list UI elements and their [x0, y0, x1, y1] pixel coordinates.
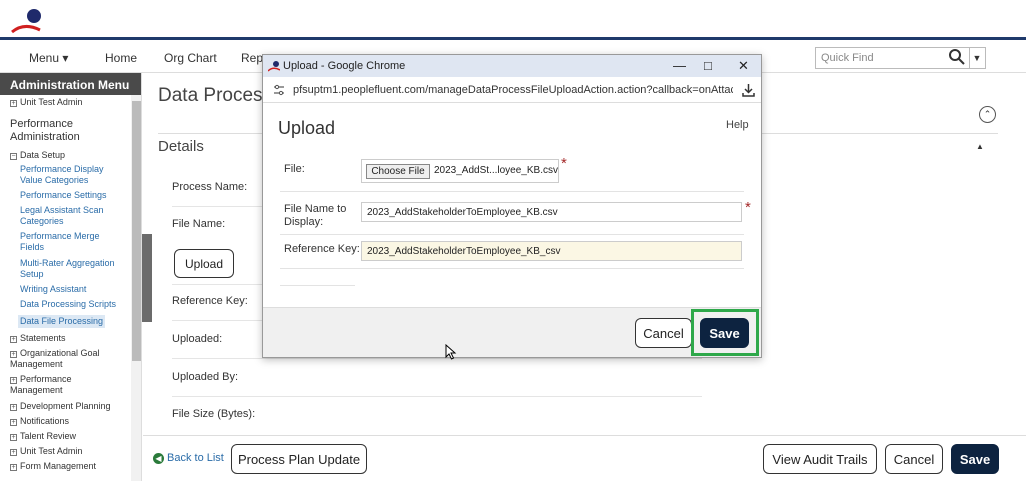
sidebar-section-title: Performance Administration — [10, 118, 80, 143]
search-icon[interactable] — [948, 48, 966, 66]
company-logo-icon — [11, 9, 41, 34]
mouse-cursor-icon — [445, 344, 457, 360]
reference-key-input[interactable]: 2023_AddStakeholderToEmployee_KB_csv — [361, 241, 742, 261]
expand-icon: + — [10, 404, 17, 411]
scrollbar-thumb[interactable] — [132, 101, 141, 361]
sidebar-group[interactable]: + Unit Test Admin — [10, 446, 82, 456]
help-link[interactable]: Help — [726, 119, 749, 131]
popup-url[interactable]: pfsuptm1.peoplefluent.com/manageDataProc… — [293, 84, 733, 96]
page-title: Data Process — [158, 85, 273, 106]
sidebar-group[interactable]: + Statements — [10, 333, 66, 343]
file-name-label: File Name: — [172, 218, 226, 230]
required-marker: * — [561, 155, 567, 172]
sidebar-group[interactable]: + Development Planning — [10, 401, 111, 411]
expand-icon: + — [10, 419, 17, 426]
quick-find-dropdown[interactable]: ▼ — [969, 47, 986, 69]
sidebar-subitem-active[interactable]: Data File Processing — [18, 315, 106, 328]
popup-window-title: Upload - Google Chrome — [283, 60, 406, 72]
site-settings-icon[interactable] — [273, 84, 285, 96]
collapse-up-icon[interactable]: ⌃ — [979, 106, 996, 123]
popup-titlebar[interactable]: Upload - Google Chrome — □ ✕ — [263, 55, 761, 77]
reference-key-label: Reference Key: — [284, 243, 360, 255]
display-name-label: File Name to Display: — [284, 203, 347, 228]
divider — [280, 268, 744, 269]
upload-button[interactable]: Upload — [174, 249, 234, 278]
uploaded-by-label: Uploaded By: — [172, 371, 239, 383]
divider — [280, 234, 744, 235]
highlight-box — [691, 309, 759, 356]
expand-icon: + — [10, 434, 17, 441]
chosen-file-name: 2023_AddSt...loyee_KB.csv — [434, 165, 558, 176]
sidebar-item-data-setup[interactable]: − Data Setup — [10, 150, 65, 160]
nav-home[interactable]: Home — [105, 51, 137, 65]
process-name-label: Process Name: — [172, 181, 248, 193]
section-collapse-icon[interactable]: ▲ — [976, 142, 984, 151]
sidebar-subitem[interactable]: Performance Display Value Categories — [20, 164, 125, 186]
sidebar-group[interactable]: + Talent Review — [10, 431, 76, 441]
save-button[interactable]: Save — [951, 444, 999, 474]
sidebar-subitem[interactable]: Performance Settings — [20, 190, 125, 201]
sidebar-group[interactable]: + Form Management — [10, 461, 96, 471]
sidebar-item-unit-test-admin-top[interactable]: + Unit Test Admin — [10, 97, 82, 107]
minimize-icon[interactable]: — — [673, 58, 686, 73]
sidebar-subitem[interactable]: Legal Assistant Scan Categories — [20, 205, 125, 227]
collapse-icon: − — [10, 153, 17, 160]
divider — [172, 396, 702, 397]
nav-menu[interactable]: Menu ▾ — [29, 51, 68, 65]
maximize-icon[interactable]: □ — [704, 58, 712, 73]
popup-heading: Upload — [278, 118, 336, 138]
sidebar-subitem[interactable]: Data Processing Scripts — [20, 299, 125, 310]
file-input[interactable]: Choose File 2023_AddSt...loyee_KB.csv — [361, 159, 559, 183]
expand-icon: + — [10, 449, 17, 456]
expand-icon: + — [10, 377, 17, 384]
choose-file-button[interactable]: Choose File — [366, 164, 430, 179]
upload-popup-window: Upload - Google Chrome — □ ✕ pfsuptm1.pe… — [262, 54, 762, 358]
close-icon[interactable]: ✕ — [738, 58, 749, 74]
cancel-button[interactable]: Cancel — [885, 444, 943, 474]
sidebar-collapse-handle[interactable] — [142, 234, 152, 322]
expand-icon: + — [10, 336, 17, 343]
company-logo-icon — [268, 61, 280, 72]
file-label: File: — [284, 163, 305, 175]
sidebar-group[interactable]: + Organizational Goal Management — [10, 348, 122, 370]
uploaded-label: Uploaded: — [172, 333, 223, 345]
divider — [280, 191, 744, 192]
sidebar-scrollbar[interactable] — [131, 95, 141, 481]
expand-icon: + — [10, 100, 17, 107]
reference-key-label: Reference Key: — [172, 295, 248, 307]
back-arrow-icon: ◀ — [153, 453, 164, 464]
expand-icon: + — [10, 351, 17, 358]
top-header — [0, 0, 1026, 40]
sidebar-header: Administration Menu — [0, 73, 141, 95]
divider — [172, 358, 702, 359]
sidebar-group[interactable]: + Notifications — [10, 416, 69, 426]
back-to-list-link[interactable]: ◀ Back to List — [153, 452, 224, 464]
sidebar-group[interactable]: + Performance Management — [10, 374, 122, 396]
quick-find-input[interactable]: Quick Find — [815, 47, 970, 69]
sidebar-subitem[interactable]: Writing Assistant — [20, 284, 125, 295]
divider — [280, 285, 355, 286]
process-plan-update-button[interactable]: Process Plan Update — [231, 444, 367, 474]
view-audit-trails-button[interactable]: View Audit Trails — [763, 444, 877, 474]
sidebar-subitem[interactable]: Multi-Rater Aggregation Setup — [20, 258, 125, 280]
sidebar-subitem[interactable]: Performance Merge Fields — [20, 231, 125, 253]
details-heading: Details — [158, 138, 204, 155]
download-icon[interactable] — [742, 83, 755, 97]
display-name-input[interactable]: 2023_AddStakeholderToEmployee_KB.csv — [361, 202, 742, 222]
popup-cancel-button[interactable]: Cancel — [635, 318, 692, 348]
file-size-label: File Size (Bytes): — [172, 408, 256, 420]
nav-org-chart[interactable]: Org Chart — [164, 51, 217, 65]
required-marker: * — [745, 199, 751, 216]
popup-address-bar: pfsuptm1.peoplefluent.com/manageDataProc… — [263, 77, 761, 103]
admin-sidebar: Administration Menu + Unit Test Admin Per… — [0, 73, 142, 481]
expand-icon: + — [10, 464, 17, 471]
